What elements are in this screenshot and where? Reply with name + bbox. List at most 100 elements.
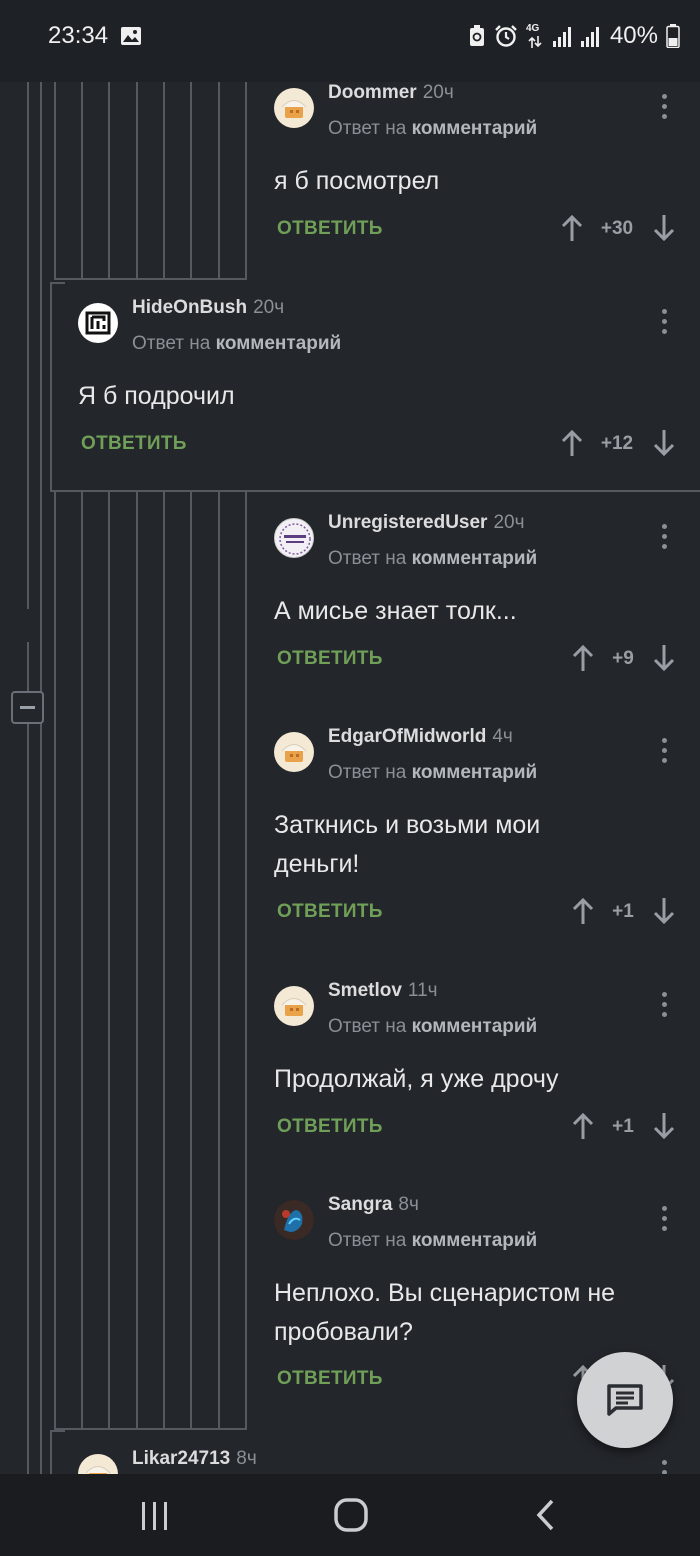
thread-line [190,82,192,278]
username[interactable]: EdgarOfMidworld 4ч [328,726,513,748]
comment-time: 4ч [492,726,513,747]
avatar[interactable] [274,732,314,772]
username-text: Smetlov [328,980,402,1001]
comment-text-line: Продолжай, я уже дрочу [274,1065,559,1093]
reply-target-link[interactable]: комментарий [412,762,538,783]
more-options-icon[interactable] [661,524,667,554]
recent-apps-icon[interactable] [141,1501,169,1531]
comment-time: 11ч [407,980,438,1001]
thread-line [81,82,83,278]
comment: Smetlov 11ч Ответ на комментарий Продолжа… [274,980,694,1156]
upvote-icon[interactable] [572,644,594,672]
comment-time: 8ч [236,1448,257,1469]
reply-prefix: Ответ на [328,548,407,569]
reply-target-link[interactable]: комментарий [412,1230,538,1251]
comment-text: Неплохо. Вы сценаристом не пробовали? [274,1274,615,1352]
username-text: Doommer [328,82,417,103]
thread-line [27,82,29,609]
more-options-icon[interactable] [661,1460,667,1474]
downvote-icon[interactable] [653,1112,675,1140]
comment-text: А мисье знает толк... [274,592,517,631]
reply-button[interactable]: ОТВЕТИТЬ [277,1116,383,1138]
thread-line [50,282,65,284]
reply-to: Ответ на комментарий [328,762,537,784]
username-text: HideOnBush [132,297,248,318]
upvote-icon[interactable] [572,1112,594,1140]
thread-line [163,82,165,278]
username[interactable]: UnregisteredUser 20ч [328,512,525,534]
reply-button[interactable]: ОТВЕТИТЬ [277,648,383,670]
thread-line [50,490,700,492]
reply-target-link[interactable]: комментарий [412,548,538,569]
data-arrows-icon [528,36,542,48]
more-options-icon[interactable] [661,1206,667,1236]
thread-line [245,492,247,1429]
downvote-icon[interactable] [653,214,675,242]
reply-button[interactable]: ОТВЕТИТЬ [81,433,187,455]
avatar[interactable] [274,1200,314,1240]
comment-score: +1 [612,1116,634,1137]
network-indicator: 4G [526,23,544,49]
thread-line [245,82,247,278]
signal-icon [552,27,571,47]
comment-score: +30 [600,218,634,239]
home-icon[interactable] [334,1498,368,1532]
thread-line [54,492,56,1429]
downvote-icon[interactable] [653,897,675,925]
reply-target-link[interactable]: комментарий [216,333,342,354]
thread-line [54,1428,247,1430]
back-icon[interactable] [536,1499,556,1531]
comment-fab-button[interactable] [577,1352,673,1448]
status-icons: 4G 40% [468,22,680,50]
upvote-icon[interactable] [572,897,594,925]
comment-score: +1 [612,901,634,922]
downvote-icon[interactable] [653,429,675,457]
upvote-icon[interactable] [561,429,583,457]
upvote-icon[interactable] [561,214,583,242]
comment-time: 20ч [493,512,525,533]
avatar[interactable] [274,986,314,1026]
reply-to: Ответ на комментарий [328,1230,537,1252]
gallery-notification-icon [121,27,141,45]
comment: EdgarOfMidworld 4ч Ответ на комментарий З… [274,726,694,942]
comment-time: 20ч [422,82,454,103]
comment-text-line: я б посмотрел [274,167,440,195]
avatar[interactable] [78,303,118,343]
thread-line [54,82,56,278]
comment-text: Я б подрочил [78,377,235,416]
comment-text-line: Я б подрочил [78,382,235,410]
reply-button[interactable]: ОТВЕТИТЬ [277,901,383,923]
reply-to: Ответ на комментарий [328,118,537,140]
more-options-icon[interactable] [661,309,667,339]
username[interactable]: Likar24713 8ч [132,1448,257,1470]
more-options-icon[interactable] [661,738,667,768]
signal-icon-2 [580,27,599,47]
thread-line [40,82,42,1474]
battery-icon [666,24,680,48]
reply-target-link[interactable]: комментарий [412,118,538,139]
comment-text-line: А мисье знает толк... [274,597,517,625]
reply-prefix: Ответ на [328,118,407,139]
username[interactable]: Smetlov 11ч [328,980,438,1002]
comment-text: Заткнись и возьми мои деньги! [274,806,540,884]
reply-button[interactable]: ОТВЕТИТЬ [277,1368,383,1390]
username[interactable]: Doommer 20ч [328,82,454,104]
thread-line [50,282,52,492]
avatar[interactable] [274,518,314,558]
username-text: Sangra [328,1194,393,1215]
avatar[interactable] [78,1454,118,1474]
comment-icon [607,1384,643,1416]
collapse-thread-button[interactable] [11,691,44,724]
thread-line [163,492,165,1429]
more-options-icon[interactable] [661,94,667,124]
reply-target-link[interactable]: комментарий [412,1016,538,1037]
more-options-icon[interactable] [661,992,667,1022]
username[interactable]: Sangra 8ч [328,1194,419,1216]
navigation-bar [0,1474,700,1556]
thread-line [108,492,110,1429]
username[interactable]: HideOnBush 20ч [132,297,284,319]
avatar[interactable] [274,88,314,128]
reply-button[interactable]: ОТВЕТИТЬ [277,218,383,240]
network-type: 4G [525,23,540,34]
downvote-icon[interactable] [653,644,675,672]
